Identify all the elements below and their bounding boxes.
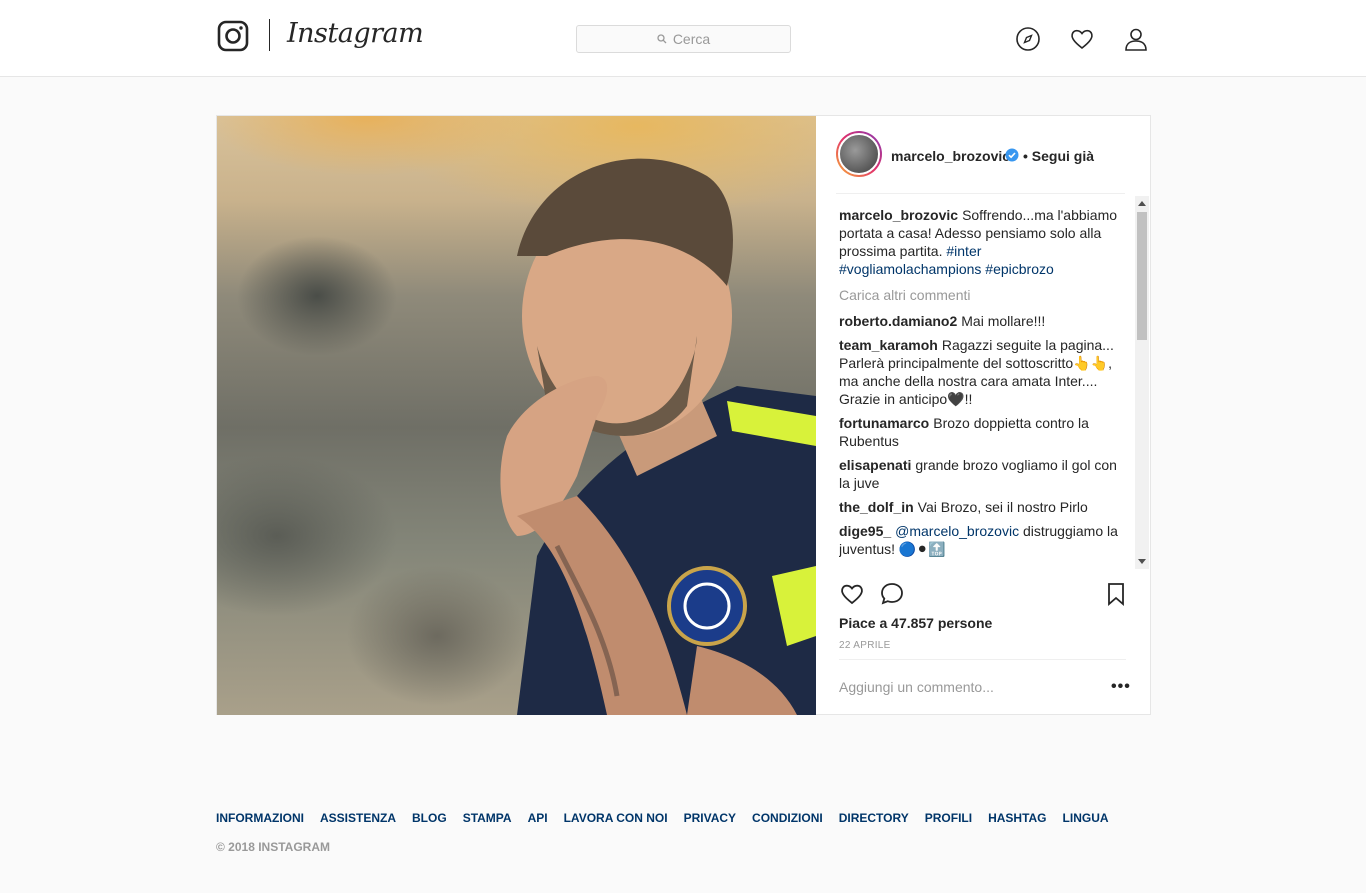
comment-username[interactable]: the_dolf_in (839, 499, 914, 515)
more-options-icon[interactable]: ••• (1111, 678, 1131, 696)
verified-badge-icon (1005, 148, 1019, 162)
footer-link-condizioni[interactable]: CONDIZIONI (752, 811, 823, 825)
footer-link-informazioni[interactable]: INFORMAZIONI (216, 811, 304, 825)
search-icon (657, 34, 667, 44)
footer-link-assistenza[interactable]: ASSISTENZA (320, 811, 396, 825)
follow-button[interactable]: • Segui già (1023, 148, 1094, 164)
like-heart-icon[interactable] (839, 581, 865, 607)
footer-link-lingua[interactable]: LINGUA (1063, 811, 1109, 825)
scroll-up-arrow-icon[interactable] (1138, 201, 1146, 206)
instagram-wordmark[interactable]: Instagram (287, 18, 424, 49)
header-divider (836, 193, 1125, 194)
instagram-camera-icon[interactable] (217, 20, 249, 52)
comment-item: the_dolf_in Vai Brozo, sei il nostro Pirl… (839, 498, 1127, 516)
comment-text: Vai Brozo, sei il nostro Pirlo (917, 499, 1088, 515)
comment-username[interactable]: elisapenati (839, 457, 911, 473)
footer-link-privacy[interactable]: PRIVACY (684, 811, 736, 825)
player-figure (500, 158, 816, 715)
comment-username[interactable]: roberto.damiano2 (839, 313, 957, 329)
search-placeholder: Cerca (672, 31, 711, 47)
copyright: © 2018 INSTAGRAM (216, 840, 330, 854)
post-actions (839, 581, 1127, 611)
caption: marcelo_brozovic Soffrendo...ma l'abbiamo… (839, 206, 1127, 278)
comments-scrollbar[interactable] (1135, 196, 1149, 569)
footer-link-lavora[interactable]: LAVORA CON NOI (564, 811, 668, 825)
explore-icon[interactable] (1015, 26, 1041, 52)
scroll-down-arrow-icon[interactable] (1138, 559, 1146, 564)
footer-link-api[interactable]: API (528, 811, 548, 825)
footer-link-stampa[interactable]: STAMPA (463, 811, 512, 825)
comment-username[interactable]: dige95_ (839, 523, 891, 539)
comment-bubble-icon[interactable] (879, 581, 905, 607)
top-navigation-bar: Instagram Cerca (0, 0, 1366, 77)
logo-separator (269, 19, 270, 51)
footer-links: INFORMAZIONI ASSISTENZA BLOG STAMPA API … (216, 811, 1109, 825)
footer-link-blog[interactable]: BLOG (412, 811, 447, 825)
post-date[interactable]: 22 APRILE (839, 640, 891, 651)
scrollbar-thumb[interactable] (1137, 212, 1147, 340)
heart-icon[interactable] (1069, 26, 1095, 52)
post-card: marcelo_brozovic • Segui già marcelo_bro… (216, 115, 1151, 715)
comment-text: Mai mollare!!! (961, 313, 1046, 329)
search-input[interactable]: Cerca (576, 25, 791, 53)
comment-username[interactable]: fortunamarco (839, 415, 929, 431)
bookmark-icon[interactable] (1103, 581, 1129, 607)
footer-link-profili[interactable]: PROFILI (925, 811, 972, 825)
likes-count[interactable]: Piace a 47.857 persone (839, 615, 992, 631)
footer-link-directory[interactable]: DIRECTORY (839, 811, 909, 825)
comment-item: dige95_ @marcelo_brozovic distruggiamo la… (839, 522, 1127, 558)
comment-item: roberto.damiano2 Mai mollare!!! (839, 312, 1127, 330)
post-header: marcelo_brozovic • Segui già (816, 116, 1151, 194)
footer-link-hashtag[interactable]: HASHTAG (988, 811, 1046, 825)
post-photo[interactable] (217, 116, 816, 715)
footer-divider (839, 659, 1126, 660)
caption-username[interactable]: marcelo_brozovic (839, 207, 958, 223)
comment-item: elisapenati grande brozo vogliamo il gol … (839, 456, 1127, 492)
load-more-comments-button[interactable]: Carica altri commenti (839, 286, 1127, 304)
author-username[interactable]: marcelo_brozovic (891, 148, 1010, 164)
comment-username[interactable]: team_karamoh (839, 337, 938, 353)
author-avatar[interactable] (836, 131, 882, 177)
comment-item: team_karamoh Ragazzi seguite la pagina...… (839, 336, 1127, 408)
comment-mention[interactable]: @marcelo_brozovic (895, 523, 1019, 539)
comment-list[interactable]: marcelo_brozovic Soffrendo...ma l'abbiamo… (839, 206, 1127, 571)
profile-icon[interactable] (1123, 26, 1149, 52)
comment-item: fortunamarco Brozo doppietta contro la Ru… (839, 414, 1127, 450)
add-comment-input[interactable]: Aggiungi un commento... (839, 679, 994, 695)
